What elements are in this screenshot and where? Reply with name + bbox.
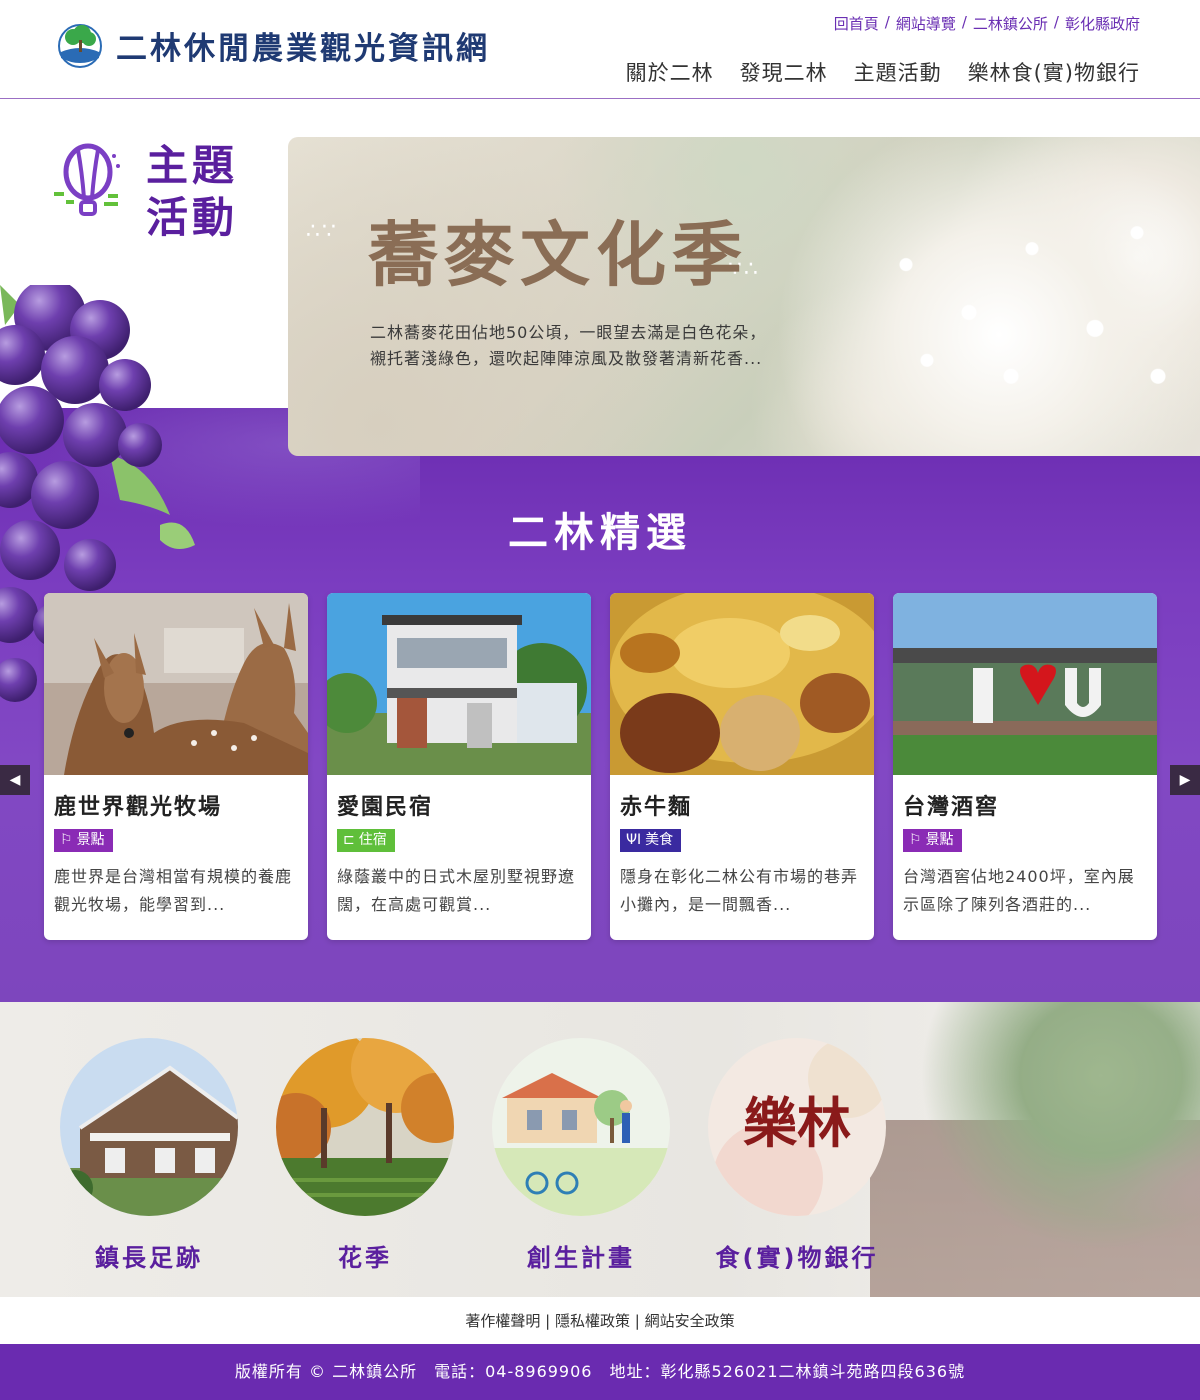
sparkle-dots-left: ∴∵ [306, 219, 338, 244]
quick-link-label: 創生計畫 [527, 1244, 635, 1272]
featured-card[interactable]: 台灣酒窖 ⚐ 景點 台灣酒窖佔地2400坪，室內展示區除了陳列各酒莊的... [893, 593, 1157, 940]
card-title: 鹿世界觀光牧場 [54, 795, 223, 820]
card-title: 台灣酒窖 [903, 795, 1000, 820]
mayor-footprints-image [60, 1038, 238, 1216]
quick-link-label: 食(實)物銀行 [715, 1244, 879, 1272]
top-links: 回首頁 / 網站導覽 / 二林鎮公所 / 彰化縣政府 [833, 13, 1140, 34]
card-title: 赤牛麵 [620, 795, 693, 820]
noodle-photo [610, 593, 874, 775]
card-description: 綠蔭叢中的日式木屋別墅視野遼闊，在高處可觀賞... [337, 867, 576, 914]
nav-discover[interactable]: 發現二林 [740, 57, 828, 87]
chevron-right-icon: ▶ [1179, 772, 1191, 788]
category-tag: ⚐ 景點 [903, 829, 962, 852]
header: 二林休閒農業觀光資訊網 回首頁 / 網站導覽 / 二林鎮公所 / 彰化縣政府 關於二林… [0, 0, 1200, 99]
card-title: 愛園民宿 [337, 795, 434, 820]
card-description: 鹿世界是台灣相當有規模的養鹿觀光牧場，能學習到... [54, 867, 293, 914]
quick-links: 鎮長足跡 花季 創生計畫 樂林 食(實)物銀行 [60, 1038, 886, 1273]
footer: 版權所有 © 二林鎮公所 電話：04-8969906 地址：彰化縣526021二… [0, 1344, 1200, 1400]
carousel-next-button[interactable]: ▶ [1170, 765, 1200, 795]
village-photo [870, 1002, 1200, 1297]
balloon-icon [52, 140, 126, 226]
link-copyright[interactable]: 著作權聲明 [465, 1312, 540, 1330]
theme-heading: 主題 活動 [52, 140, 238, 244]
signpost-icon: ⚐ [909, 832, 922, 848]
lelin-logo-text: 樂林 [743, 1091, 851, 1155]
link-sitemap[interactable]: 網站導覽 [896, 13, 956, 34]
featured-cards: 鹿世界觀光牧場 ⚐ 景點 鹿世界是台灣相當有規模的養鹿觀光牧場，能學習到... [44, 593, 1157, 940]
category-tag: ⚐ 景點 [54, 829, 113, 852]
lelin-logo-image: 樂林 [708, 1038, 886, 1216]
deer-photo [44, 593, 308, 775]
link-home[interactable]: 回首頁 [834, 13, 879, 34]
quick-link-flower-season[interactable]: 花季 [276, 1038, 454, 1273]
quick-link-mayor[interactable]: 鎮長足跡 [60, 1038, 238, 1273]
site-title: 二林休閒農業觀光資訊網 [116, 30, 490, 67]
site-logo[interactable]: 二林休閒農業觀光資訊網 [56, 22, 490, 68]
banner-title: 蕎麥文化季 [368, 213, 748, 296]
flower-season-image [276, 1038, 454, 1216]
quick-link-label: 鎮長足跡 [95, 1244, 203, 1272]
featured-title: 二林精選 [508, 510, 692, 556]
quick-link-revitalization[interactable]: 創生計畫 [492, 1038, 670, 1273]
page: 二林休閒農業觀光資訊網 回首頁 / 網站導覽 / 二林鎮公所 / 彰化縣政府 關於二林… [0, 0, 1200, 1400]
bnb-photo [327, 593, 591, 775]
chevron-left-icon: ◀ [9, 772, 21, 788]
featured-card[interactable]: 鹿世界觀光牧場 ⚐ 景點 鹿世界是台灣相當有規模的養鹿觀光牧場，能學習到... [44, 593, 308, 940]
featured-card[interactable]: 愛園民宿 ⊏ 住宿 綠蔭叢中的日式木屋別墅視野遼闊，在高處可觀賞... [327, 593, 591, 940]
tree-logo-icon [56, 22, 104, 68]
policy-links: 著作權聲明 | 隱私權政策 | 網站安全政策 [465, 1312, 735, 1330]
buckwheat-flowers-image [780, 137, 1200, 456]
quick-link-foodbank[interactable]: 樂林 食(實)物銀行 [708, 1038, 886, 1273]
card-description: 隱身在彰化二林公有市場的巷弄小攤內，是一間飄香... [620, 867, 859, 914]
quick-link-label: 花季 [338, 1244, 392, 1272]
banner-description: 二林蕎麥花田佔地50公頃，一眼望去滿是白色花朵，襯托著淺綠色，還吹起陣陣涼風及散… [370, 323, 767, 368]
nav-events[interactable]: 主題活動 [854, 57, 942, 87]
card-description: 台灣酒窖佔地2400坪，室內展示區除了陳列各酒莊的... [903, 867, 1135, 914]
signpost-icon: ⚐ [60, 832, 73, 848]
bed-icon: ⊏ [343, 832, 355, 848]
revitalization-illustration [492, 1038, 670, 1216]
carousel-prev-button[interactable]: ◀ [0, 765, 30, 795]
nav-foodbank[interactable]: 樂林食(實)物銀行 [968, 57, 1140, 87]
footer-text: 版權所有 © 二林鎮公所 電話：04-8969906 地址：彰化縣526021二… [234, 1362, 966, 1381]
link-privacy[interactable]: 隱私權政策 [555, 1312, 630, 1330]
link-security[interactable]: 網站安全政策 [645, 1312, 735, 1330]
category-tag: ΨI 美食 [620, 829, 682, 852]
utensils-icon: ΨI [626, 832, 642, 848]
nav-about[interactable]: 關於二林 [626, 57, 714, 87]
main-nav: 關於二林 發現二林 主題活動 樂林食(實)物銀行 [626, 57, 1140, 87]
featured-card[interactable]: 赤牛麵 ΨI 美食 隱身在彰化二林公有市場的巷弄小攤內，是一間飄香... [610, 593, 874, 940]
winery-photo [893, 593, 1157, 775]
theme-title: 主題 活動 [146, 141, 239, 242]
link-town-office[interactable]: 二林鎮公所 [973, 13, 1048, 34]
event-banner[interactable]: ∴∵ ∵∴ 蕎麥文化季 二林蕎麥花田佔地50公頃，一眼望去滿是白色花朵，襯托著淺… [288, 137, 1200, 456]
link-county-gov[interactable]: 彰化縣政府 [1065, 13, 1140, 34]
category-tag: ⊏ 住宿 [337, 829, 395, 852]
